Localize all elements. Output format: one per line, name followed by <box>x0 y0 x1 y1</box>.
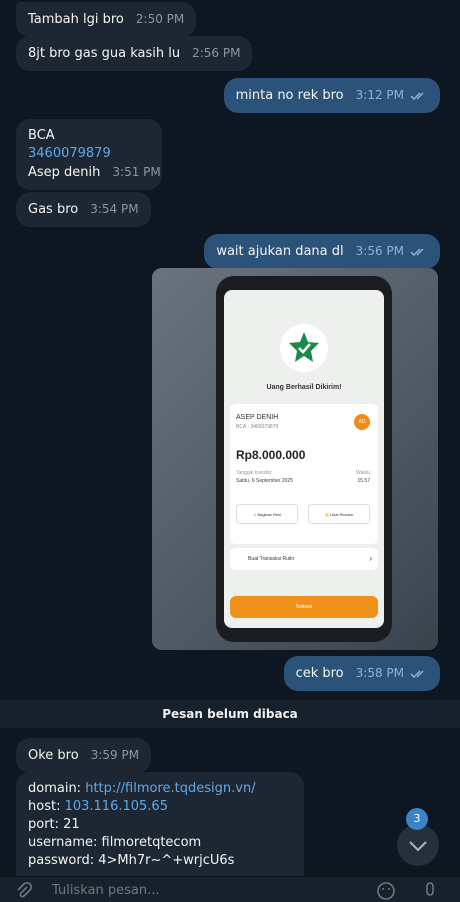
unread-divider: Pesan belum dibaca <box>0 700 460 728</box>
username-line: username: filmoretqtecom <box>28 835 202 850</box>
share-label: Bagikan Resi <box>257 512 282 517</box>
message-text: Tambah lgi bro <box>28 12 124 27</box>
message-incoming[interactable]: 8jt bro gas gua kasih lu 2:56 PM <box>16 36 253 71</box>
message-incoming[interactable]: Gas bro 3:54 PM <box>16 192 151 227</box>
message-time: 3:58 PM <box>355 666 404 680</box>
success-title: Uang Berhasil Dikirim! <box>266 384 342 391</box>
scroll-down-button[interactable] <box>397 824 439 866</box>
message-time: 2:50 PM <box>135 12 185 26</box>
message-time: 3:51 PM <box>112 165 161 179</box>
message-time: 3:56 PM <box>355 244 404 258</box>
emoji-icon[interactable] <box>376 881 396 901</box>
message-text: Oke bro <box>28 748 79 763</box>
message-composer[interactable]: Tuliskan pesan... <box>0 876 460 902</box>
bank-name: BCA <box>28 128 55 143</box>
star-check-icon <box>289 332 319 362</box>
message-outgoing[interactable]: cek bro 3:58 PM <box>283 656 440 691</box>
transfer-date: Sabtu, 6 September 2025 <box>236 478 293 484</box>
recipient-account: BCA - 3460079879 <box>236 424 279 430</box>
paperclip-icon[interactable] <box>14 881 34 901</box>
done-label: Selesai <box>295 604 313 610</box>
transfer-time: 15.57 <box>357 478 370 484</box>
unread-count-badge: 3 <box>406 808 428 830</box>
routine-label: Buat Transaksi Rutin <box>248 556 295 562</box>
microphone-icon[interactable] <box>422 881 438 901</box>
chevron-down-icon <box>409 841 427 852</box>
done-button: Selesai <box>230 596 378 618</box>
message-incoming[interactable]: BCA 3460079879 Asep denih 3:51 PM <box>16 119 162 190</box>
recipient-card: ASEP DENIH BCA - 3460079879 AD Rp8.000.0… <box>230 404 378 544</box>
chat-area[interactable]: Tambah lgi bro 2:50 PM 8jt bro gas gua ka… <box>0 0 460 876</box>
transfer-amount: Rp8.000.000 <box>236 448 306 462</box>
message-time: 3:12 PM <box>355 88 404 102</box>
port-line: port: 21 <box>28 817 80 832</box>
date-label: Tanggal transfer <box>236 470 272 476</box>
message-incoming[interactable]: Tambah lgi bro 2:50 PM <box>16 2 197 37</box>
success-badge <box>280 324 328 372</box>
details-button: ▤ Lihat Rincian <box>308 504 370 524</box>
details-label: Lihat Rincian <box>329 512 353 517</box>
phone-frame: Uang Berhasil Dikirim! ASEP DENIH BCA - … <box>216 276 392 642</box>
account-number-link[interactable]: 3460079879 <box>28 145 150 163</box>
message-text: Gas bro <box>28 202 79 217</box>
message-input[interactable]: Tuliskan pesan... <box>52 883 159 898</box>
message-incoming[interactable]: Oke bro 3:59 PM <box>16 738 152 773</box>
phone-screen: Uang Berhasil Dikirim! ASEP DENIH BCA - … <box>224 290 384 628</box>
photo-message[interactable]: Uang Berhasil Dikirim! ASEP DENIH BCA - … <box>152 268 438 650</box>
host-link[interactable]: 103.116.105.65 <box>65 799 168 814</box>
double-check-icon <box>410 669 424 678</box>
double-check-icon <box>410 247 424 256</box>
password-line: password: 4>Mh7r~^+wrjcU6s <box>28 853 235 868</box>
domain-link[interactable]: http://filmore.tqdesign.vn/ <box>85 781 255 796</box>
message-outgoing[interactable]: wait ajukan dana dl 3:56 PM <box>204 234 440 269</box>
time-label: Waktu <box>356 470 370 476</box>
message-time: 2:56 PM <box>192 46 241 60</box>
message-incoming[interactable]: domain: http://filmore.tqdesign.vn/ host… <box>16 772 304 876</box>
message-text: wait ajukan dana dl <box>216 244 344 259</box>
message-time: 3:54 PM <box>90 202 139 216</box>
share-receipt-button: ⊲ Bagikan Resi <box>236 504 298 524</box>
double-check-icon <box>410 91 424 100</box>
message-text: cek bro <box>295 666 344 681</box>
message-time: 3:59 PM <box>90 748 140 762</box>
account-holder: Asep denih <box>28 165 101 180</box>
avatar: AD <box>354 414 370 430</box>
domain-label: domain: <box>28 781 82 796</box>
message-text: 8jt bro gas gua kasih lu <box>28 46 181 61</box>
recipient-name: ASEP DENIH <box>236 414 279 421</box>
chevron-right-icon: › <box>369 554 372 563</box>
host-label: host: <box>28 799 61 814</box>
routine-row: Buat Transaksi Rutin › <box>230 548 378 570</box>
message-outgoing[interactable]: minta no rek bro 3:12 PM <box>223 78 440 113</box>
message-text: minta no rek bro <box>235 88 344 103</box>
